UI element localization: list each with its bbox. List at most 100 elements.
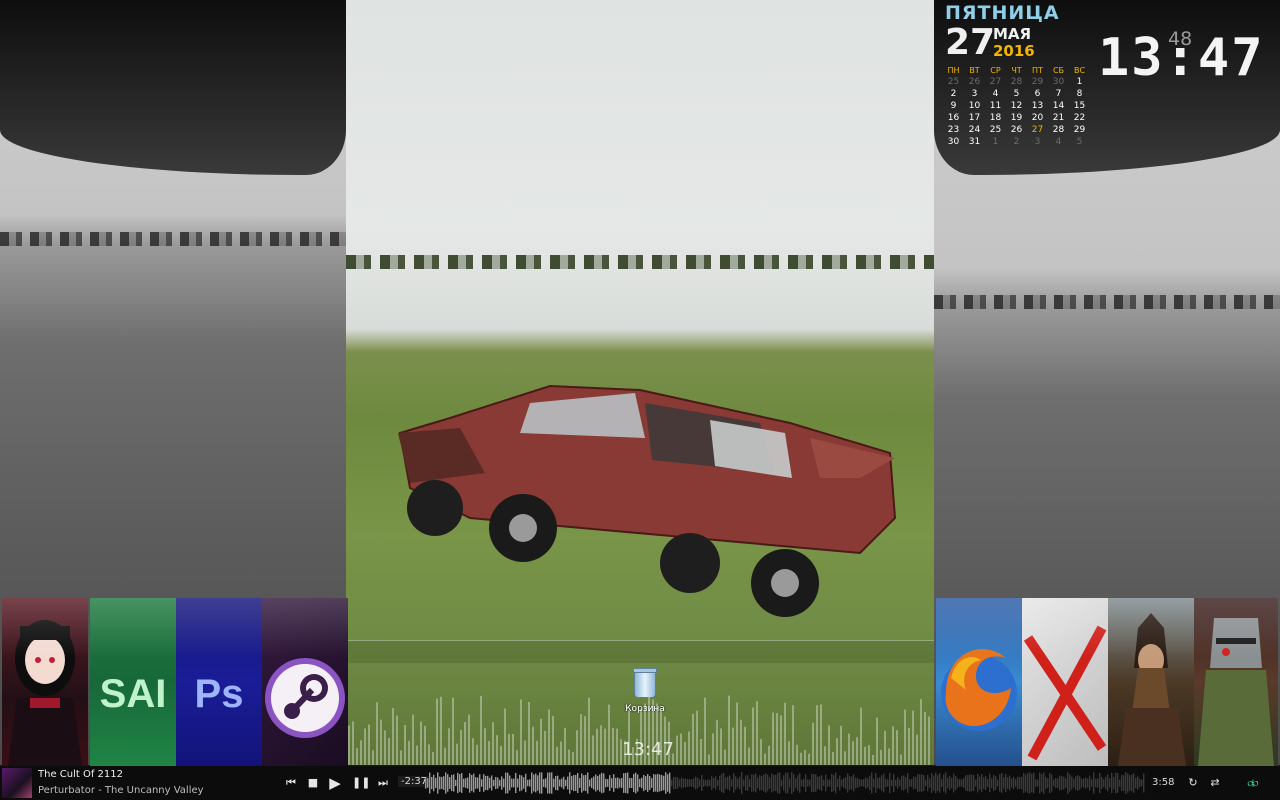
visualizer-bar <box>388 737 390 765</box>
waveform-bar <box>687 779 689 787</box>
firefox-app-tile[interactable] <box>936 598 1022 766</box>
waveform-bar <box>931 773 933 793</box>
game-knight-tile[interactable] <box>1194 598 1278 766</box>
next-button[interactable]: ⏭ <box>374 774 392 792</box>
visualizer-bar <box>760 739 762 765</box>
game-warrior-tile[interactable] <box>1108 598 1194 766</box>
visualizer-bar <box>832 751 834 765</box>
waveform-bar <box>1101 776 1103 790</box>
waveform-bar <box>915 777 917 789</box>
stop-button[interactable]: ■ <box>304 774 322 792</box>
waveform-bar <box>933 775 935 791</box>
waveform-bar <box>1139 778 1141 788</box>
waveform-bar <box>1005 773 1007 793</box>
calendar-day: 3 <box>971 89 978 99</box>
visualizer-bar <box>836 738 838 765</box>
waveform-bar <box>805 774 807 792</box>
waveform-bar <box>465 778 467 788</box>
waveform-bar <box>567 776 569 790</box>
waveform-bar <box>777 772 779 794</box>
calendar-day: 3 <box>1034 137 1041 147</box>
repeat-icon: ↻ <box>1188 776 1198 789</box>
play-button[interactable]: ▶ <box>326 774 344 792</box>
waveform-bar <box>555 776 557 790</box>
waveform-bar <box>1077 775 1079 791</box>
waveform-bar <box>685 778 687 788</box>
visualizer-bar <box>560 741 562 765</box>
waveform-bar <box>937 775 939 791</box>
visualizer-bar <box>740 719 742 765</box>
visualizer-bar <box>920 699 922 765</box>
pause-button[interactable]: ❚❚ <box>352 774 370 792</box>
visualizer-bar <box>840 725 842 765</box>
waveform-bar <box>1091 779 1093 787</box>
visualizer-bar <box>724 749 726 765</box>
waveform-bar <box>1061 776 1063 790</box>
visualizer-bar <box>848 733 850 765</box>
desktop-clock: 13:47 <box>622 739 674 760</box>
visualizer-bar <box>908 727 910 765</box>
waveform-bar <box>1115 772 1117 794</box>
waveform-bar <box>857 778 859 788</box>
visualizer-bar <box>776 713 778 765</box>
waveform-bar <box>699 779 701 787</box>
waveform-bar <box>913 776 915 790</box>
calendar-day: 27 <box>1031 125 1044 135</box>
waveform-bar <box>625 772 627 794</box>
seek-waveform[interactable] <box>425 770 1145 796</box>
waveform-bar <box>703 779 705 787</box>
sai-app-tile[interactable]: SAI <box>90 598 176 766</box>
waveform-bar <box>595 774 597 792</box>
visualizer-bar <box>460 729 462 765</box>
waveform-bar <box>753 774 755 792</box>
calendar-day: 29 <box>1031 77 1044 87</box>
shuffle-button[interactable]: ⇄ <box>1206 774 1224 792</box>
waveform-bar <box>1043 772 1045 794</box>
waveform-bar <box>635 772 637 794</box>
waveform-bar <box>1109 778 1111 788</box>
waveform-bar <box>663 775 665 791</box>
calendar-day: 21 <box>1052 113 1065 123</box>
visualizer-bar <box>860 707 862 765</box>
visualizer-bar <box>464 721 466 765</box>
calendar-day: 28 <box>1010 77 1023 87</box>
calendar-day: 28 <box>1052 125 1065 135</box>
waveform-bar <box>651 778 653 788</box>
calendar-weekday-header: СБ <box>1052 65 1065 75</box>
waveform-bar <box>533 774 535 792</box>
album-art[interactable] <box>2 768 32 798</box>
waveform-bar <box>501 776 503 790</box>
steam-app-tile[interactable] <box>262 598 348 766</box>
waveform-bar <box>645 776 647 790</box>
waveform-bar <box>1023 772 1025 794</box>
prev-button[interactable]: ⏮ <box>282 774 300 792</box>
waveform-bar <box>1125 772 1127 794</box>
waveform-bar <box>1011 778 1013 788</box>
tile-gloss <box>1022 598 1108 658</box>
visualizer-bar <box>376 702 378 765</box>
waveform-bar <box>589 779 591 787</box>
waveform-bar <box>531 772 533 794</box>
visualizer-bar <box>784 702 786 765</box>
visualizer-bar <box>712 733 714 765</box>
anime-app-tile[interactable] <box>2 598 88 766</box>
waveform-bar <box>541 772 543 794</box>
waveform-bar <box>731 779 733 787</box>
xsplit-app-tile[interactable] <box>1022 598 1108 766</box>
time-total: 3:58 <box>1152 777 1175 788</box>
waveform-bar <box>691 779 693 787</box>
waveform-bar <box>1055 777 1057 789</box>
waveform-bar <box>489 777 491 789</box>
waveform-bar <box>1135 777 1137 789</box>
waveform-bar <box>1021 776 1023 790</box>
visualizer-bar <box>768 745 770 765</box>
waveform-bar <box>797 775 799 791</box>
waveform-bar <box>815 774 817 792</box>
waveform-bar <box>659 774 661 792</box>
photoshop-app-tile[interactable]: Ps <box>176 598 262 766</box>
visualizer-bar <box>756 701 758 765</box>
waveform-bar <box>1107 774 1109 792</box>
winamp-button[interactable]: ⧞ <box>1244 774 1262 792</box>
waveform-bar <box>1097 778 1099 788</box>
repeat-button[interactable]: ↻ <box>1184 774 1202 792</box>
